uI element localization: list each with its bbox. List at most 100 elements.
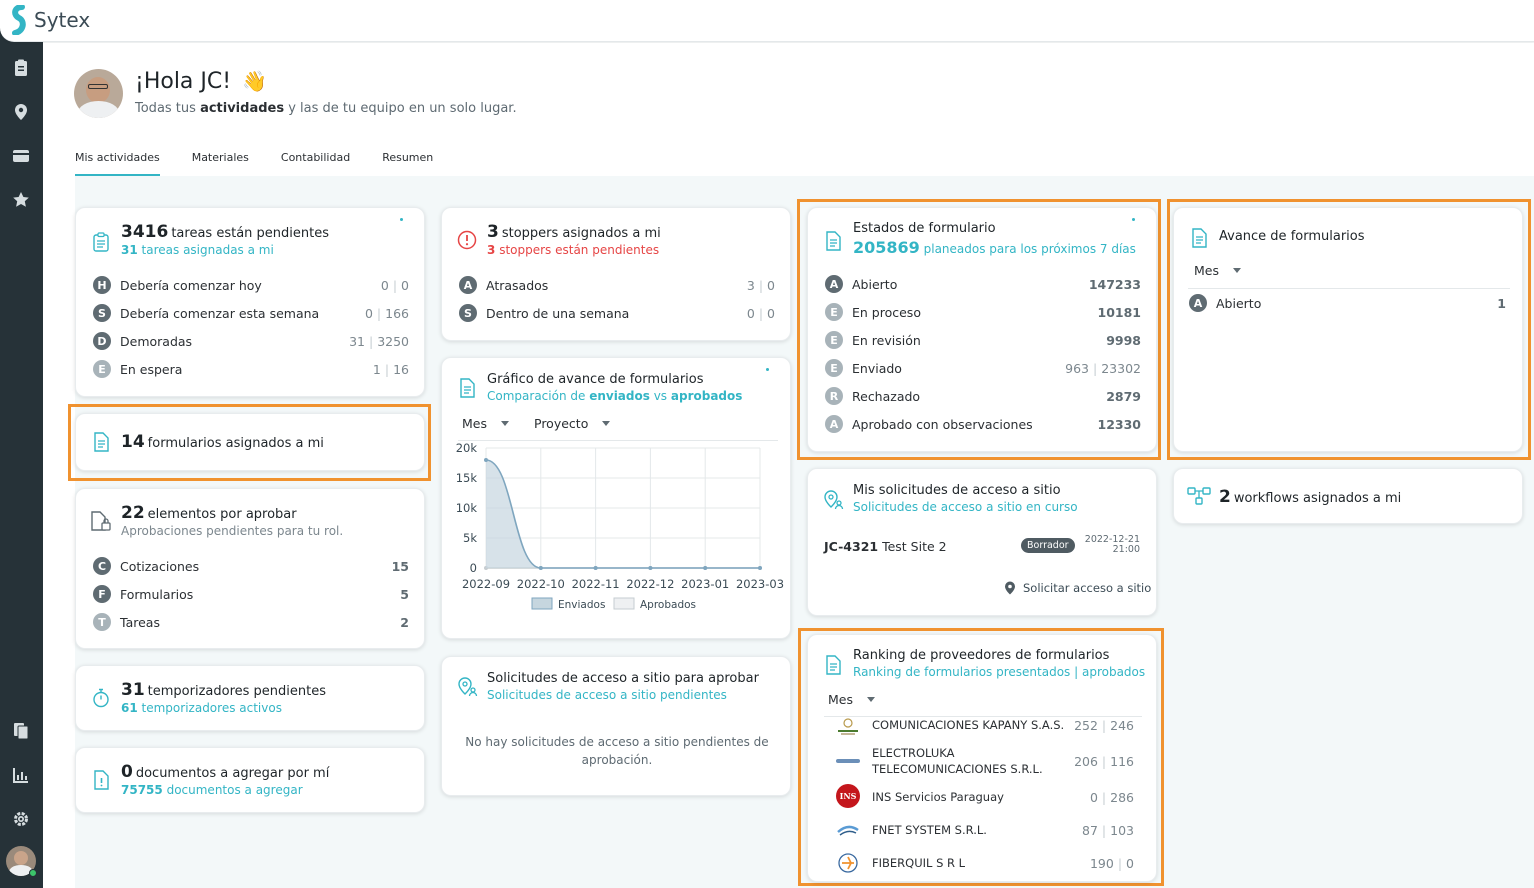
avance-row[interactable]: A Abierto 1 [1189, 293, 1506, 313]
tareas-card[interactable]: 3416 tareas están pendientes 31 tareas as… [75, 207, 425, 397]
row-values: 206 | 116 [1074, 753, 1134, 769]
documents-icon[interactable] [11, 721, 31, 741]
documentos-card[interactable]: 0 documentos a agregar por mí 75755 docum… [75, 747, 425, 813]
value-b: 103 [1110, 822, 1134, 838]
sub-mid: vs [649, 389, 671, 403]
star-icon[interactable] [11, 190, 31, 210]
estados-row[interactable]: A Aprobado con observaciones 12330 [825, 414, 1141, 434]
estados-sub-count: 205869 [853, 238, 920, 257]
tab-resumen[interactable]: Resumen [382, 151, 433, 176]
row-letter-badge: A [459, 276, 477, 294]
row-label: Dentro de una semana [486, 305, 630, 321]
row-values: 0 | 0 [746, 305, 775, 321]
row-letter-badge: E [825, 303, 843, 321]
ranking-row[interactable]: FNET SYSTEM S.R.L. 87 | 103 [872, 820, 1134, 840]
month-select[interactable]: Mes [1194, 263, 1241, 278]
estados-row[interactable]: R Rechazado 2879 [825, 386, 1141, 406]
stoppers-row[interactable]: S Dentro de una semana 0 | 0 [459, 303, 775, 323]
documentos-subtitle[interactable]: 75755 documentos a agregar [121, 783, 303, 797]
project-select[interactable]: Proyecto [534, 416, 611, 431]
month-select[interactable]: Mes [828, 692, 875, 707]
gear-icon[interactable] [11, 809, 31, 829]
subtitle-bold: actividades [200, 101, 285, 116]
grafico-subtitle: Comparación de enviados vs aprobados [487, 389, 742, 403]
estados-title: Estados de formulario [853, 221, 996, 236]
value-a: 1 [372, 361, 381, 377]
tareas-subtitle[interactable]: 31 tareas asignadas a mi [121, 243, 274, 257]
elementos-row[interactable]: C Cotizaciones 15 [93, 556, 409, 576]
tab-mis-actividades[interactable]: Mis actividades [75, 151, 160, 176]
value-a: 963 [1065, 360, 1090, 376]
temporizadores-count: 31 [121, 680, 145, 700]
legend-label: Aprobados [640, 599, 696, 611]
form-document-icon [1192, 228, 1207, 248]
card-menu-dot[interactable] [400, 218, 403, 221]
row-value: 10181 [1097, 304, 1142, 320]
estados-row[interactable]: E En proceso 10181 [825, 302, 1141, 322]
request-access-link[interactable]: Solicitar acceso a sitio [1004, 581, 1151, 595]
tab-materiales[interactable]: Materiales [192, 151, 249, 176]
grafico-card[interactable]: Gráfico de avance de formularios Compara… [441, 357, 791, 639]
estados-row[interactable]: A Abierto 147233 [825, 274, 1141, 294]
legend-swatch [531, 597, 553, 610]
tareas-row[interactable]: D Demoradas 31 | 3250 [93, 331, 409, 351]
row-label: En proceso [852, 304, 921, 320]
formularios-asignados-card[interactable]: 14 formularios asignados a mi [75, 413, 425, 471]
value-b: 3250 [377, 333, 409, 349]
value-b: 16 [393, 361, 409, 377]
elementos-row[interactable]: F Formularios 5 [93, 584, 409, 604]
provider-name: COMUNICACIONES KAPANY S.A.S. [872, 718, 1065, 732]
tareas-row[interactable]: E En espera 1 | 16 [93, 359, 409, 379]
data-point [538, 566, 543, 570]
empty-state-message: No hay solicitudes de acceso a sitio pen… [465, 735, 769, 767]
avance-card[interactable]: Avance de formularios Mes A Abierto 1 [1173, 207, 1523, 452]
ranking-card[interactable]: Ranking de proveedores de formularios Ra… [807, 634, 1157, 882]
row-label: Tareas [120, 614, 160, 630]
request-access-label: Solicitar acceso a sitio [1023, 581, 1152, 595]
mis-solicitudes-title: Mis solicitudes de acceso a sitio [853, 483, 1061, 498]
value-a: 190 [1089, 855, 1114, 871]
solicitudes-aprobar-card[interactable]: Solicitudes de acceso a sitio para aprob… [441, 656, 791, 796]
value-a: 0 [1089, 789, 1098, 805]
elementos-title-text: elementos por aprobar [147, 507, 297, 522]
request-item[interactable]: JC-4321 Test Site 2 [824, 539, 947, 554]
estados-row[interactable]: E Enviado 963 | 23302 [825, 358, 1141, 378]
value-b: 0 [767, 277, 775, 293]
chevron-down-icon [867, 697, 875, 702]
documentos-sub-text: documentos a agregar [166, 783, 303, 797]
map-pin-icon[interactable] [11, 102, 31, 122]
mis-solicitudes-card[interactable]: Mis solicitudes de acceso a sitio Solici… [807, 468, 1157, 616]
sytex-logo-icon [12, 5, 26, 35]
temporizadores-card[interactable]: 31 temporizadores pendientes 61 temporiza… [75, 665, 425, 731]
sub-bold-2: aprobados [670, 389, 743, 403]
row-value: 147233 [1088, 276, 1141, 292]
elementos-row[interactable]: T Tareas 2 [93, 612, 409, 632]
clipboard-icon[interactable] [11, 58, 31, 78]
form-document-icon [826, 655, 841, 675]
ranking-row[interactable]: FIBERQUIL S R L 190 | 0 [872, 853, 1134, 873]
ranking-row[interactable]: INS Servicios Paraguay 0 | 286 [872, 787, 1134, 807]
temporizadores-subtitle[interactable]: 61 temporizadores activos [121, 701, 282, 715]
stoppers-card[interactable]: 3 stoppers asignados a mi 3 stoppers está… [441, 207, 791, 341]
elementos-card[interactable]: 22 elementos por aprobar Aprobaciones pen… [75, 488, 425, 649]
formularios-asignados-title: 14 formularios asignados a mi [121, 432, 324, 452]
chart-icon[interactable] [11, 765, 31, 785]
ranking-row[interactable]: COMUNICACIONES KAPANY S.A.S. 252 | 246 [872, 715, 1134, 735]
estados-row[interactable]: E En revisión 9998 [825, 330, 1141, 350]
x-tick-label: 2022-11 [572, 577, 620, 591]
workflows-card[interactable]: 2 workflows asignados a mi [1173, 468, 1523, 524]
tareas-row[interactable]: S Debería comenzar esta semana 0 | 166 [93, 303, 409, 323]
estados-subtitle[interactable]: 205869 planeados para los próximos 7 día… [853, 238, 1136, 257]
row-letter-badge: C [93, 557, 111, 575]
tab-contabilidad[interactable]: Contabilidad [281, 151, 350, 176]
estados-card[interactable]: Estados de formulario 205869 planeados p… [807, 207, 1157, 452]
month-select[interactable]: Mes [462, 416, 509, 431]
sytex-logo[interactable]: Sytex [10, 5, 90, 35]
card-menu-dot[interactable] [766, 368, 769, 371]
stoppers-subtitle[interactable]: 3 stoppers están pendientes [487, 243, 659, 257]
stoppers-row[interactable]: A Atrasados 3 | 0 [459, 275, 775, 295]
tareas-row[interactable]: H Debería comenzar hoy 0 | 0 [93, 275, 409, 295]
wallet-icon[interactable] [11, 146, 31, 166]
ranking-row[interactable]: ELECTROLUKA TELECOMUNICACIONES S.R.L. 206… [872, 743, 1134, 779]
card-menu-dot[interactable] [1132, 218, 1135, 221]
